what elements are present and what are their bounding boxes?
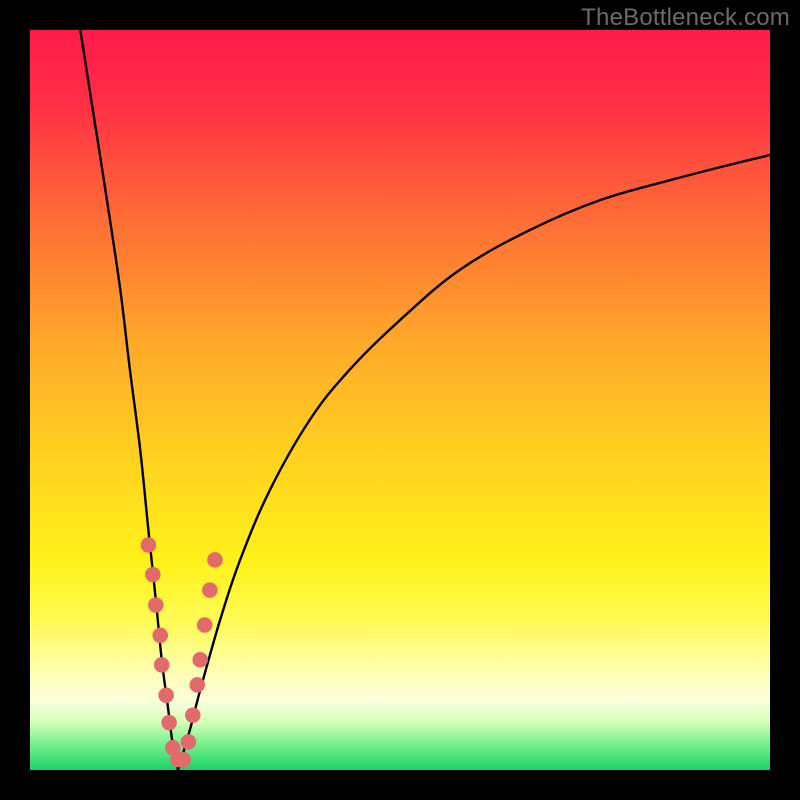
marker-dot [197,617,213,633]
marker-dot [192,652,208,668]
marker-dot [141,537,157,553]
marker-dot [148,597,164,613]
plot-area [30,30,770,770]
marker-dot [154,657,170,673]
marker-dot [185,707,201,723]
marker-dot [207,552,223,568]
marker-dot [152,628,168,644]
curve-overlay [30,30,770,770]
marker-dot [189,677,205,693]
curve-right-branch [178,155,770,770]
chart-frame: TheBottleneck.com [0,0,800,800]
marker-dot [158,687,174,703]
marker-dot [202,582,218,598]
marker-dot [181,734,197,750]
marker-dot [175,752,191,768]
marker-dot [145,567,161,583]
marker-dot [161,715,177,731]
watermark-text: TheBottleneck.com [581,4,790,32]
